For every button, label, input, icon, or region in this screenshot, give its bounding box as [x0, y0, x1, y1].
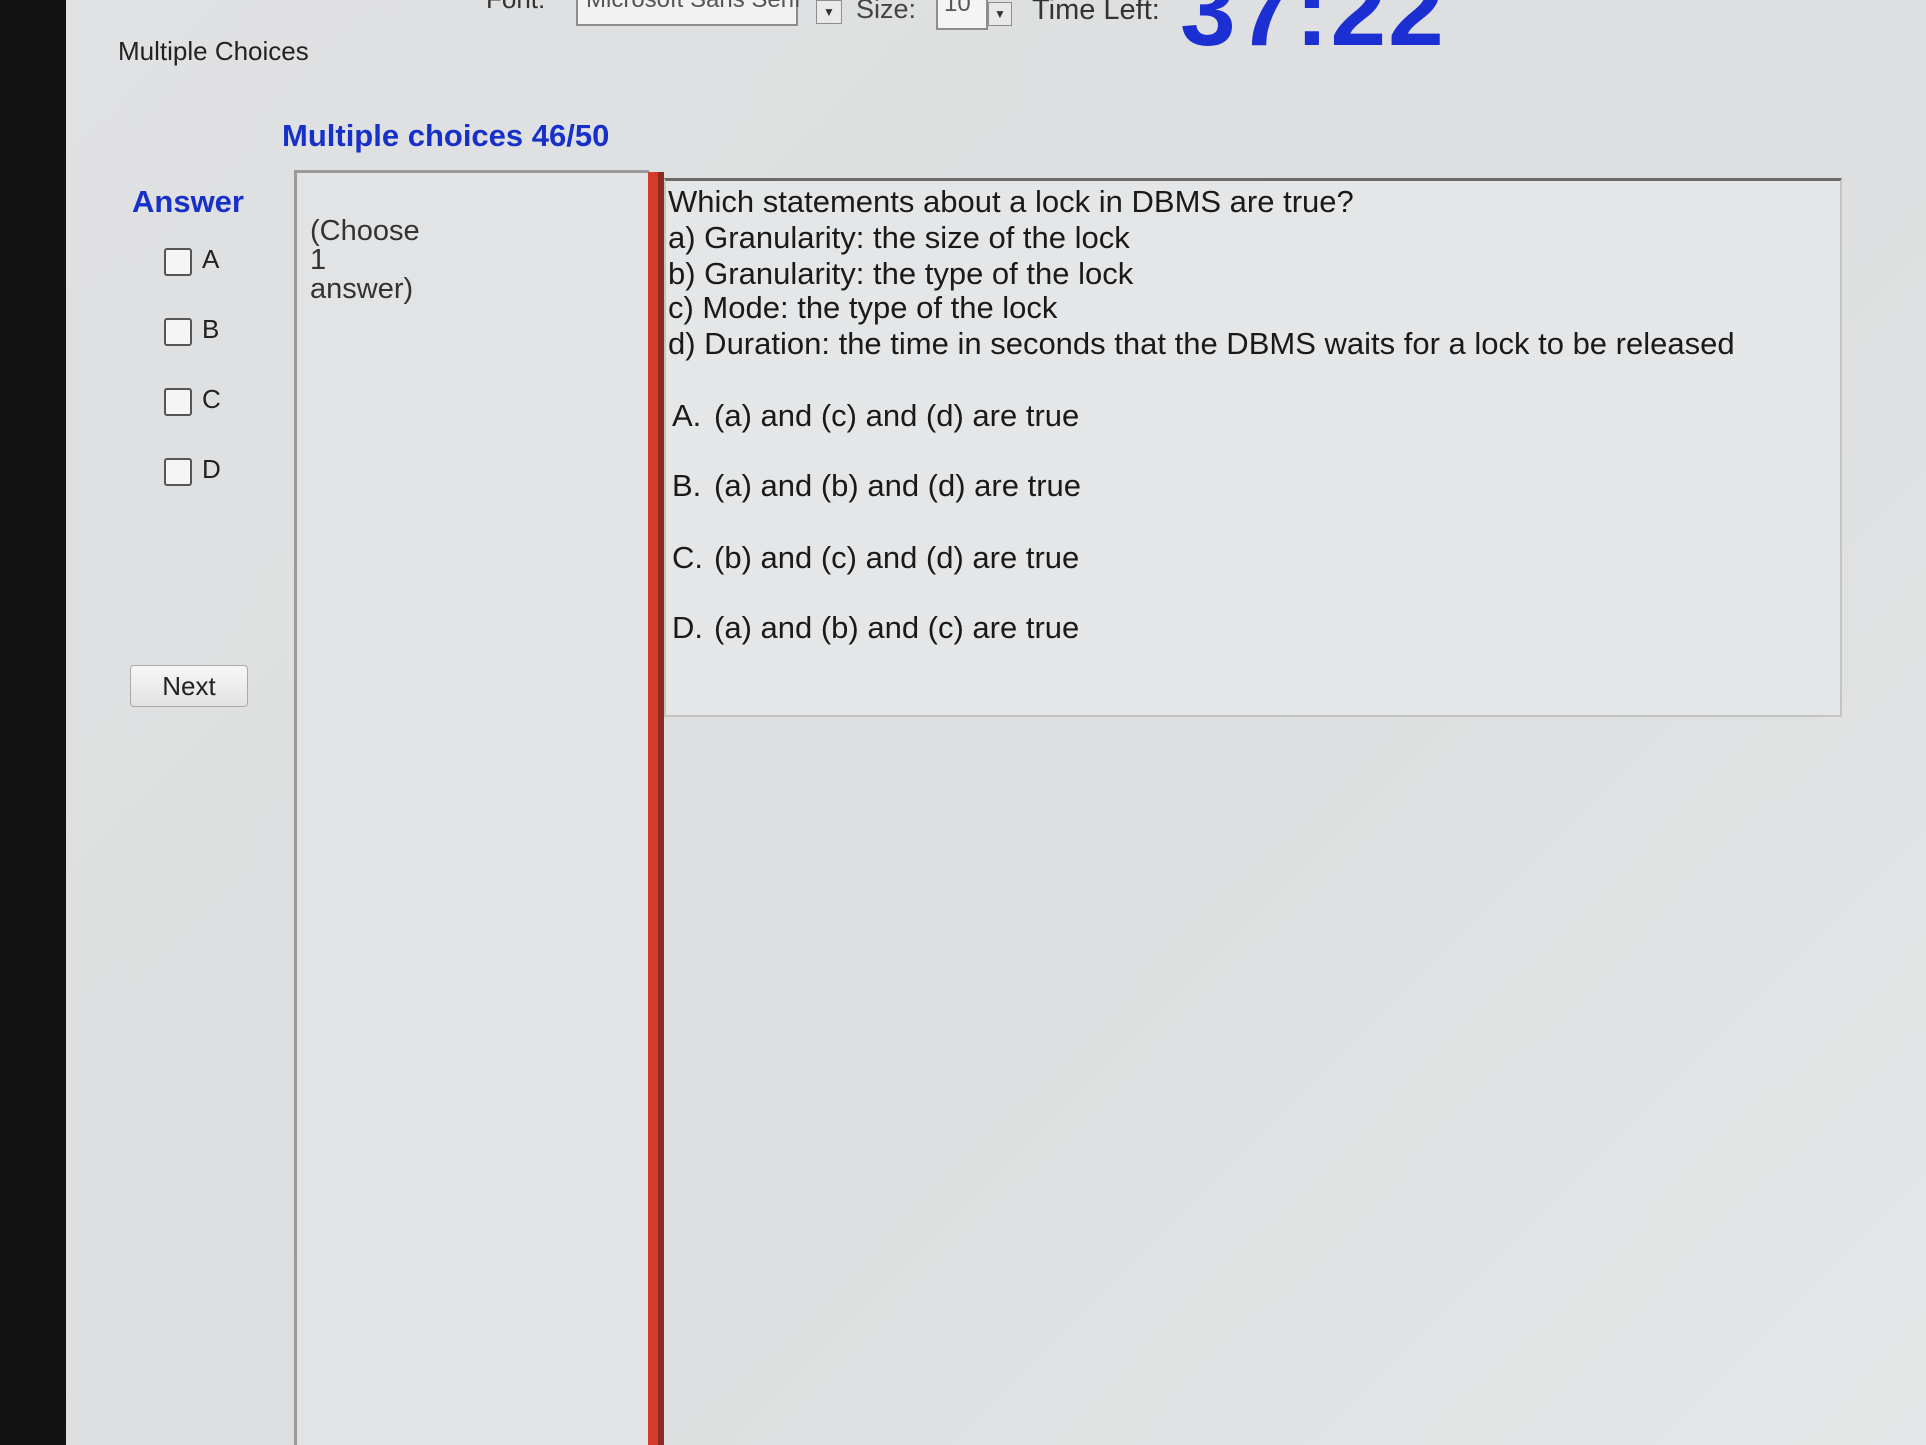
- next-button[interactable]: Next: [130, 665, 248, 707]
- choice-a: A. (a) and (c) and (d) are true: [672, 398, 1079, 434]
- instruction-pane: [294, 170, 649, 1445]
- choice-text: (a) and (b) and (d) are true: [714, 468, 1082, 503]
- choice-d: D. (a) and (b) and (c) are true: [672, 610, 1079, 646]
- choice-b: B. (a) and (b) and (d) are true: [672, 468, 1081, 504]
- choice-text: (a) and (b) and (c) are true: [714, 610, 1080, 645]
- choice-c: C. (b) and (c) and (d) are true: [672, 540, 1079, 576]
- answer-option-b[interactable]: B: [164, 314, 264, 348]
- answer-option-label: A: [202, 244, 220, 274]
- font-dropdown-arrow-icon[interactable]: ▼: [816, 0, 842, 24]
- font-label: Font:: [486, 0, 545, 15]
- answer-heading: Answer: [132, 184, 244, 219]
- answer-option-label: D: [202, 454, 221, 484]
- choice-letter: C.: [672, 540, 703, 575]
- choice-text: (b) and (c) and (d) are true: [714, 540, 1080, 575]
- choice-letter: B.: [672, 468, 702, 503]
- checkbox-b[interactable]: [164, 318, 192, 346]
- question-stem: Which statements about a lock in DBMS ar…: [668, 184, 1354, 219]
- section-tab-label: Multiple Choices: [118, 36, 309, 66]
- question-statement: c) Mode: the type of the lock: [668, 290, 1058, 325]
- question-statement: a) Granularity: the size of the lock: [668, 220, 1130, 255]
- choice-letter: A.: [672, 398, 702, 433]
- answer-option-label: B: [202, 314, 220, 344]
- size-label: Size:: [856, 0, 917, 24]
- choose-instruction: (Choose 1 answer): [310, 214, 470, 306]
- exam-window: Font: Microsoft Sans Serif ▼ Size: 10 ▼ …: [66, 0, 1926, 1445]
- pane-divider[interactable]: [648, 172, 658, 1445]
- choice-letter: D.: [672, 610, 703, 645]
- checkbox-a[interactable]: [164, 248, 192, 276]
- answer-option-c[interactable]: C: [164, 384, 264, 418]
- answer-option-a[interactable]: A: [164, 244, 264, 278]
- choice-text: (a) and (c) and (d) are true: [714, 398, 1080, 433]
- answer-option-label: C: [202, 384, 221, 414]
- time-left-value: 37:22: [1180, 0, 1446, 67]
- font-select-value: Microsoft Sans Serif: [586, 0, 801, 14]
- monitor-bezel: [0, 0, 66, 1445]
- choose-instruction-line: 1: [310, 244, 327, 276]
- choose-instruction-line: (Choose: [310, 215, 420, 247]
- choose-instruction-line: answer): [310, 273, 414, 305]
- checkbox-c[interactable]: [164, 388, 192, 416]
- size-dropdown-arrow-icon[interactable]: ▼: [988, 2, 1012, 26]
- progress-title: Multiple choices 46/50: [282, 118, 610, 153]
- size-select-value: 10: [944, 0, 971, 17]
- checkbox-d[interactable]: [164, 458, 192, 486]
- question-statement: d) Duration: the time in seconds that th…: [668, 326, 1735, 361]
- time-left-label: Time Left:: [1032, 0, 1160, 26]
- answer-option-d[interactable]: D: [164, 454, 264, 488]
- question-statement: b) Granularity: the type of the lock: [668, 256, 1134, 291]
